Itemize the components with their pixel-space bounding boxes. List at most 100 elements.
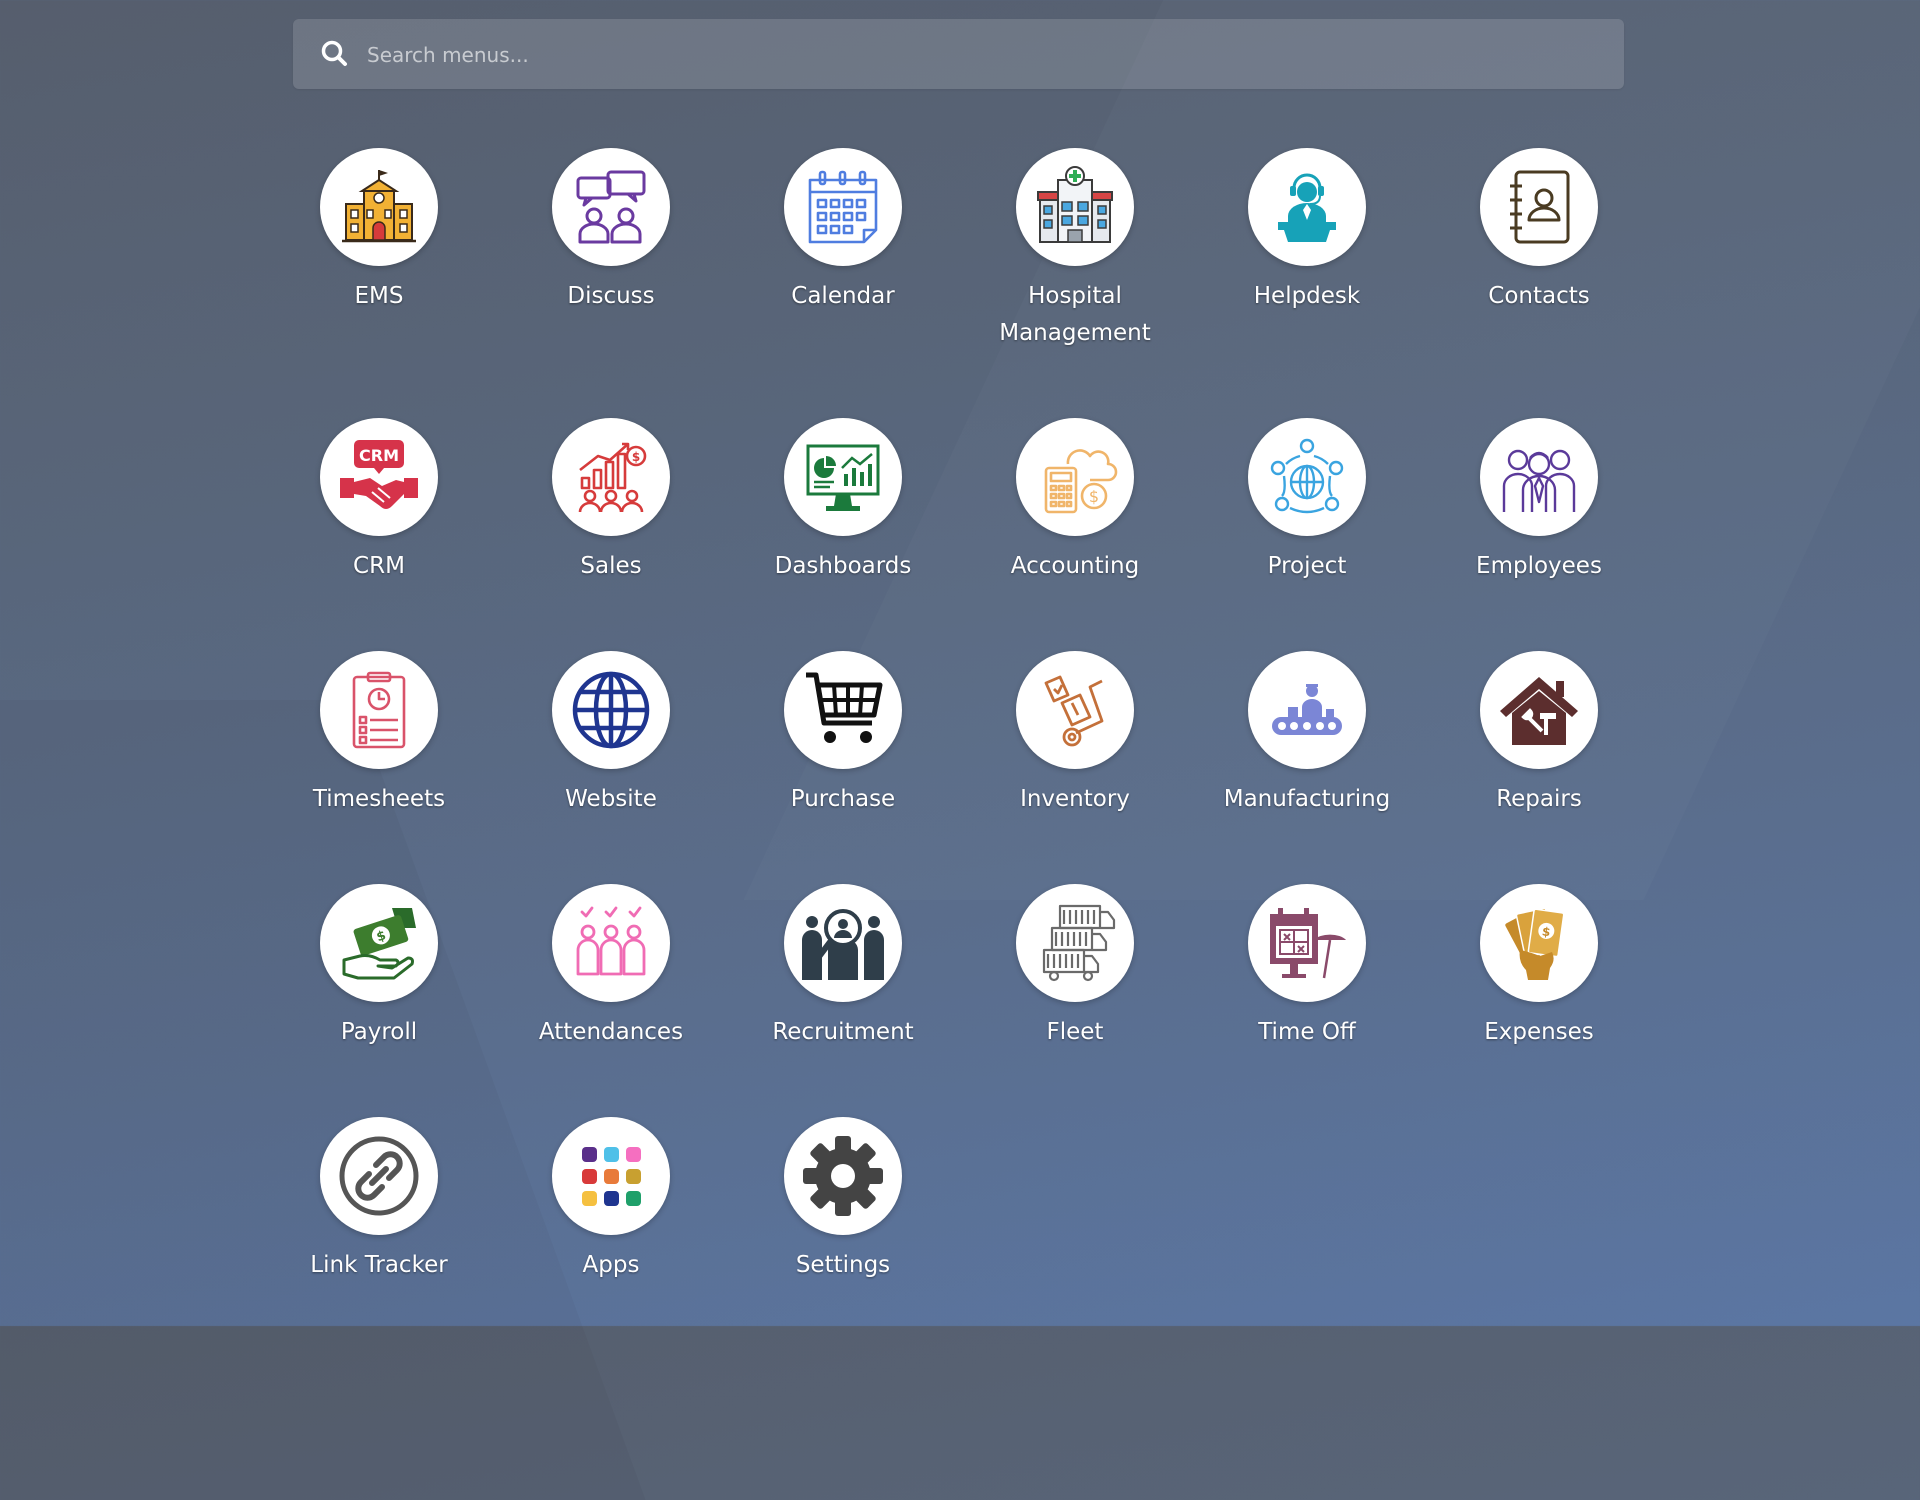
calculator-cloud-icon: $ <box>1044 449 1118 514</box>
svg-text:$: $ <box>1089 487 1099 506</box>
app-label: Hospital Management <box>999 283 1151 346</box>
app-icon-circle <box>784 651 902 769</box>
app-tile-hospital-management[interactable]: Hospital Management <box>965 148 1185 352</box>
app-icon-circle <box>1480 651 1598 769</box>
app-label: Payroll <box>340 1019 418 1045</box>
app-icon-circle <box>552 148 670 266</box>
support-agent-icon <box>1278 173 1336 242</box>
app-tile-project[interactable]: Project <box>1197 418 1417 585</box>
app-tile-attendances[interactable]: Attendances <box>501 884 721 1051</box>
app-tile-ems[interactable]: EMS <box>269 148 489 315</box>
app-tile-apps[interactable]: Apps <box>501 1117 721 1284</box>
app-icon-circle <box>320 148 438 266</box>
address-book-icon <box>1510 170 1570 244</box>
hospital-icon <box>1037 166 1113 243</box>
app-label: Project <box>1267 553 1347 579</box>
app-tile-link-tracker[interactable]: Link Tracker <box>269 1117 489 1284</box>
app-icon-circle: $ <box>320 884 438 1002</box>
app-label: Helpdesk <box>1253 283 1361 309</box>
app-tile-sales[interactable]: $ Sales <box>501 418 721 585</box>
app-icon-circle <box>552 884 670 1002</box>
app-tile-discuss[interactable]: Discuss <box>501 148 721 315</box>
link-icon <box>339 1136 419 1216</box>
dashboard-monitor-icon <box>806 444 880 511</box>
app-icon-circle <box>784 418 902 536</box>
app-icon-circle: $ <box>1016 418 1134 536</box>
app-icon-circle <box>1480 418 1598 536</box>
app-tile-accounting[interactable]: $ Accounting <box>965 418 1185 585</box>
app-label: Time Off <box>1258 1019 1356 1045</box>
apps-grid-icon <box>582 1147 641 1206</box>
attendance-check-icon <box>576 906 646 976</box>
app-label: Recruitment <box>772 1019 914 1045</box>
chat-people-icon <box>576 170 646 244</box>
app-icon-circle <box>1016 884 1134 1002</box>
app-label: Timesheets <box>312 786 446 812</box>
app-tile-employees[interactable]: Employees <box>1429 418 1649 585</box>
app-label: Purchase <box>790 786 896 812</box>
app-label: Calendar <box>791 283 895 309</box>
app-label: Inventory <box>1020 786 1130 812</box>
money-hand-icon: $ <box>342 908 416 980</box>
app-label: Expenses <box>1484 1019 1594 1045</box>
app-icon-circle: $ <box>552 418 670 536</box>
app-tile-payroll[interactable]: $ Payroll <box>269 884 489 1051</box>
gear-icon <box>803 1136 883 1216</box>
app-tile-timesheets[interactable]: Timesheets <box>269 651 489 818</box>
app-tile-repairs[interactable]: Repairs <box>1429 651 1649 818</box>
app-tile-dashboards[interactable]: Dashboards <box>733 418 953 585</box>
app-icon-circle <box>320 1117 438 1235</box>
app-label: Link Tracker <box>310 1252 448 1278</box>
app-label: Repairs <box>1496 786 1582 812</box>
app-tile-settings[interactable]: Settings <box>733 1117 953 1284</box>
app-label: Discuss <box>567 283 655 309</box>
app-grid: EMS Discuss Calendar Hospital Management… <box>0 0 1920 1326</box>
app-tile-time-off[interactable]: Time Off <box>1197 884 1417 1051</box>
app-icon-circle <box>784 148 902 266</box>
app-icon-circle <box>784 1117 902 1235</box>
app-label: EMS <box>354 283 404 309</box>
expenses-money-icon: $ <box>1505 907 1565 980</box>
app-label: Sales <box>580 553 642 579</box>
calendar-icon <box>808 170 878 244</box>
app-tile-recruitment[interactable]: Recruitment <box>733 884 953 1051</box>
app-tile-purchase[interactable]: Purchase <box>733 651 953 818</box>
app-label: Attendances <box>538 1019 684 1045</box>
app-tile-manufacturing[interactable]: Manufacturing <box>1197 651 1417 818</box>
app-label: Website <box>565 786 657 812</box>
app-icon-circle <box>552 651 670 769</box>
app-tile-helpdesk[interactable]: Helpdesk <box>1197 148 1417 315</box>
crm-handshake-icon: CRM <box>340 440 418 509</box>
app-tile-crm[interactable]: CRM CRM <box>269 418 489 585</box>
app-icon-circle <box>1248 884 1366 1002</box>
app-label: Manufacturing <box>1223 786 1391 812</box>
app-label: CRM <box>353 553 405 579</box>
app-icon-circle <box>1248 651 1366 769</box>
app-tile-website[interactable]: Website <box>501 651 721 818</box>
svg-text:CRM: CRM <box>359 446 399 465</box>
recruitment-search-icon <box>802 909 884 980</box>
app-icon-circle <box>1480 148 1598 266</box>
app-label: Employees <box>1476 553 1602 579</box>
school-building-icon <box>342 170 416 243</box>
app-label: Fleet <box>1046 1019 1104 1045</box>
app-icon-circle <box>1016 148 1134 266</box>
app-icon-circle <box>1016 651 1134 769</box>
calendar-beach-icon <box>1270 908 1346 979</box>
app-tile-fleet[interactable]: Fleet <box>965 884 1185 1051</box>
app-tile-inventory[interactable]: Inventory <box>965 651 1185 818</box>
conveyor-worker-icon <box>1272 684 1342 735</box>
app-label: Dashboards <box>774 553 912 579</box>
app-icon-circle: CRM <box>320 418 438 536</box>
shopping-cart-icon <box>806 672 883 743</box>
app-icon-circle <box>552 1117 670 1235</box>
app-label: Contacts <box>1488 283 1590 309</box>
app-tile-contacts[interactable]: Contacts <box>1429 148 1649 315</box>
app-label: Accounting <box>1010 553 1140 579</box>
employees-group-icon <box>1502 449 1576 512</box>
app-tile-calendar[interactable]: Calendar <box>733 148 953 315</box>
globe-icon <box>572 671 650 749</box>
app-icon-circle <box>1248 418 1366 536</box>
app-tile-expenses[interactable]: $ Expenses <box>1429 884 1649 1051</box>
timesheet-clipboard-icon <box>352 671 406 749</box>
